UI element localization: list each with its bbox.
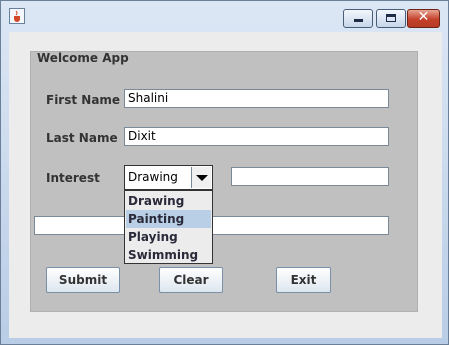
interest-text-field[interactable]: [231, 167, 389, 186]
maximize-button[interactable]: [376, 9, 406, 28]
option-painting[interactable]: Painting: [126, 210, 211, 228]
exit-button[interactable]: Exit: [276, 267, 331, 293]
interest-dropdown-list: Drawing Painting Playing Swimming: [124, 190, 213, 264]
last-name-field[interactable]: Dixit: [124, 127, 389, 146]
interest-label: Interest: [46, 171, 100, 185]
interest-selected-value: Drawing: [128, 170, 178, 184]
chevron-down-icon: [196, 175, 208, 181]
first-name-label: First Name: [46, 93, 121, 107]
option-playing[interactable]: Playing: [126, 228, 211, 246]
minimize-button[interactable]: [343, 9, 373, 28]
panel-title: Welcome App: [37, 51, 129, 65]
clear-button[interactable]: Clear: [159, 267, 223, 293]
first-name-field[interactable]: Shalini: [124, 89, 389, 108]
close-icon: ✕: [417, 9, 430, 25]
maximize-icon: [386, 14, 396, 22]
option-swimming[interactable]: Swimming: [126, 246, 211, 264]
combo-arrow-button[interactable]: [191, 167, 211, 188]
title-bar[interactable]: ✕: [1, 1, 448, 31]
submit-button[interactable]: Submit: [46, 267, 120, 293]
java-cup-icon[interactable]: [9, 8, 25, 24]
option-drawing[interactable]: Drawing: [126, 192, 211, 210]
last-name-label: Last Name: [46, 131, 118, 145]
minimize-icon: [354, 19, 363, 22]
close-button[interactable]: ✕: [407, 9, 440, 28]
interest-combobox[interactable]: Drawing: [124, 165, 213, 190]
